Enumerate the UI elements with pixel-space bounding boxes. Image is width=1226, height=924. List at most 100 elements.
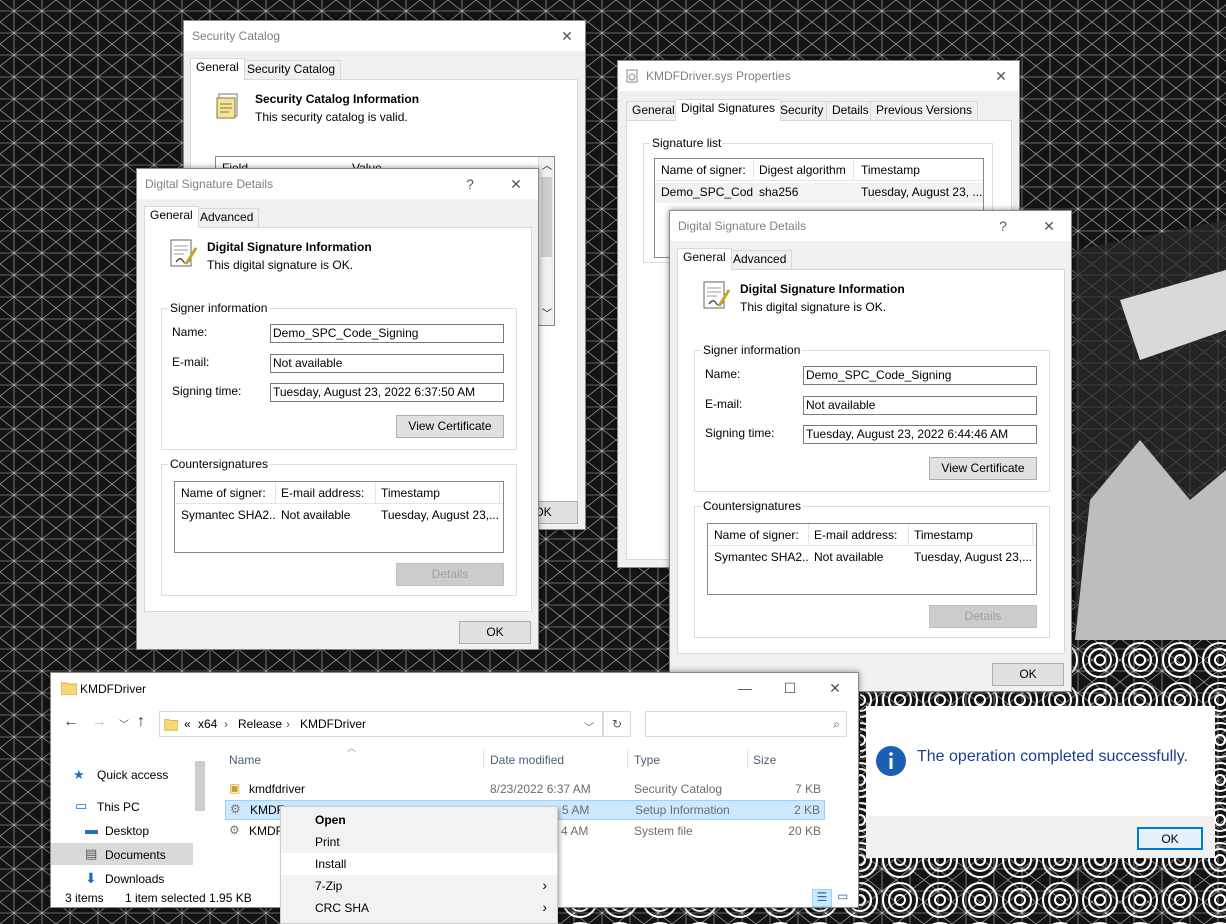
list-header: Name of signer: E-mail address: Timestam… xyxy=(708,524,1036,546)
breadcrumb-kmdfdriver[interactable]: KMDFDriver xyxy=(300,717,366,731)
table-row[interactable]: Demo_SPC_Cod... sha256 Tuesday, August 2… xyxy=(655,183,983,203)
view-certificate-button[interactable]: View Certificate xyxy=(396,415,504,438)
menu-item-install[interactable]: Install xyxy=(281,853,557,875)
large-icons-view-icon[interactable]: ▭ xyxy=(837,889,848,903)
file-name: KMDF xyxy=(250,803,284,817)
nav-this-pc[interactable]: This PC xyxy=(97,800,140,814)
name-field[interactable]: Demo_SPC_Code_Signing xyxy=(803,366,1037,385)
scroll-up-icon[interactable]: ︿ xyxy=(542,157,552,172)
scroll-thumb[interactable] xyxy=(195,761,205,811)
catalog-heading: Security Catalog Information xyxy=(255,92,420,106)
navigation-pane: ︿ ★ Quick access ▭ This PC ▬ Desktop ▤ D… xyxy=(51,743,356,887)
tab-general[interactable]: General xyxy=(144,206,199,228)
menu-item-print[interactable]: Print xyxy=(281,831,557,853)
ok-button[interactable]: OK xyxy=(992,663,1064,686)
chevron-down-icon[interactable]: ﹀ xyxy=(584,719,594,734)
title-bar: Security Catalog ✕ xyxy=(184,21,585,51)
nav-downloads[interactable]: Downloads xyxy=(105,872,164,886)
file-date: 5 AM xyxy=(562,803,590,817)
close-button[interactable]: ✕ xyxy=(1037,215,1061,237)
nav-documents[interactable]: Documents xyxy=(105,848,166,862)
back-arrow-icon[interactable]: ← xyxy=(63,713,79,731)
column-name-of-signer[interactable]: Name of signer: xyxy=(714,528,799,542)
close-button[interactable]: ✕ xyxy=(823,677,847,699)
title-bar: Digital Signature Details ? ✕ xyxy=(137,169,538,199)
forward-arrow-icon[interactable]: → xyxy=(91,713,107,731)
scroll-thumb[interactable] xyxy=(541,177,552,257)
search-input[interactable]: ⌕ xyxy=(645,711,847,737)
column-name[interactable]: Name xyxy=(229,753,261,767)
tab-advanced[interactable]: Advanced xyxy=(194,208,260,227)
signature-document-icon xyxy=(170,239,198,267)
details-button[interactable]: Details xyxy=(396,563,504,586)
ok-button[interactable]: OK xyxy=(459,621,531,644)
file-date: 4 AM xyxy=(561,824,589,838)
signing-time-field[interactable]: Tuesday, August 23, 2022 6:37:50 AM xyxy=(270,383,504,402)
column-date-modified[interactable]: Date modified xyxy=(490,753,564,767)
scroll-down-icon[interactable]: ﹀ xyxy=(542,305,552,320)
breadcrumb-x64[interactable]: x64 xyxy=(198,717,217,731)
refresh-button[interactable]: ↻ xyxy=(603,711,631,737)
countersignature-list[interactable]: Name of signer: E-mail address: Timestam… xyxy=(174,481,504,553)
tab-previous-versions[interactable]: Previous Versions xyxy=(870,101,979,120)
countersignature-list[interactable]: Name of signer: E-mail address: Timestam… xyxy=(707,523,1037,595)
column-type[interactable]: Type xyxy=(634,753,660,767)
email-field[interactable]: Not available xyxy=(270,354,504,373)
table-row[interactable]: Symantec SHA2... Not available Tuesday, … xyxy=(708,548,1036,568)
details-button[interactable]: Details xyxy=(929,605,1037,628)
breadcrumb-release[interactable]: Release xyxy=(238,717,282,731)
column-divider xyxy=(747,749,748,769)
scrollbar[interactable]: ︿ ﹀ xyxy=(538,157,554,325)
tab-security-catalog[interactable]: Security Catalog xyxy=(241,60,342,79)
tab-strip: General Advanced xyxy=(144,206,524,228)
nav-desktop[interactable]: Desktop xyxy=(105,824,149,838)
help-button[interactable]: ? xyxy=(991,215,1015,237)
up-arrow-icon[interactable]: ↑ xyxy=(137,713,145,731)
menu-item-7zip[interactable]: 7-Zip xyxy=(281,875,557,897)
close-button[interactable]: ✕ xyxy=(555,25,579,47)
tab-advanced[interactable]: Advanced xyxy=(727,250,793,269)
timestamp-cell: Tuesday, August 23, ... xyxy=(861,185,983,199)
maximize-button[interactable]: ☐ xyxy=(778,677,802,699)
search-icon: ⌕ xyxy=(833,717,840,731)
file-size: 2 KB xyxy=(793,803,820,817)
close-button[interactable]: ✕ xyxy=(504,173,528,195)
menu-item-open[interactable]: Open xyxy=(281,809,557,831)
column-timestamp[interactable]: Timestamp xyxy=(914,528,973,542)
tab-general[interactable]: General xyxy=(677,248,732,270)
tab-general[interactable]: General xyxy=(626,101,681,120)
column-size[interactable]: Size xyxy=(753,753,776,767)
ok-button[interactable]: OK xyxy=(1137,827,1203,850)
column-timestamp[interactable]: Timestamp xyxy=(861,163,920,177)
column-email[interactable]: E-mail address: xyxy=(814,528,897,542)
tab-details[interactable]: Details xyxy=(826,101,875,120)
details-view-icon[interactable]: ☰ xyxy=(812,889,832,907)
address-bar[interactable]: « x64 › Release › KMDFDriver ﹀ xyxy=(159,711,603,737)
view-certificate-button[interactable]: View Certificate xyxy=(929,457,1037,480)
table-row[interactable]: Symantec SHA2... Not available Tuesday, … xyxy=(175,506,503,526)
nav-scrollbar[interactable] xyxy=(193,747,207,885)
signature-details-window-2: Digital Signature Details ? ✕ General Ad… xyxy=(669,210,1072,692)
help-button[interactable]: ? xyxy=(458,173,482,195)
tab-digital-signatures[interactable]: Digital Signatures xyxy=(675,99,782,121)
list-header: Name of signer: E-mail address: Timestam… xyxy=(175,482,503,504)
signer-cell: Symantec SHA2... xyxy=(714,550,808,564)
email-field[interactable]: Not available xyxy=(803,396,1037,415)
signing-time-field[interactable]: Tuesday, August 23, 2022 6:44:46 AM xyxy=(803,425,1037,444)
column-divider xyxy=(1032,524,1033,546)
nav-quick-access[interactable]: Quick access xyxy=(97,768,168,782)
name-field[interactable]: Demo_SPC_Code_Signing xyxy=(270,324,504,343)
table-row[interactable]: ▣ kmdfdriver 8/23/2022 6:37 AM Security … xyxy=(225,779,825,799)
recent-dropdown-icon[interactable]: ﹀ xyxy=(119,716,129,731)
column-name-of-signer[interactable]: Name of signer: xyxy=(181,486,266,500)
tab-security[interactable]: Security xyxy=(774,101,830,120)
column-email[interactable]: E-mail address: xyxy=(281,486,364,500)
path-overflow[interactable]: « xyxy=(184,717,191,731)
column-name-of-signer[interactable]: Name of signer: xyxy=(661,163,746,177)
close-button[interactable]: ✕ xyxy=(989,65,1013,87)
column-timestamp[interactable]: Timestamp xyxy=(381,486,440,500)
tab-general[interactable]: General xyxy=(190,58,245,80)
menu-item-crc-sha[interactable]: CRC SHA xyxy=(281,897,557,919)
column-digest-algorithm[interactable]: Digest algorithm xyxy=(759,163,846,177)
minimize-button[interactable]: — xyxy=(733,677,757,699)
